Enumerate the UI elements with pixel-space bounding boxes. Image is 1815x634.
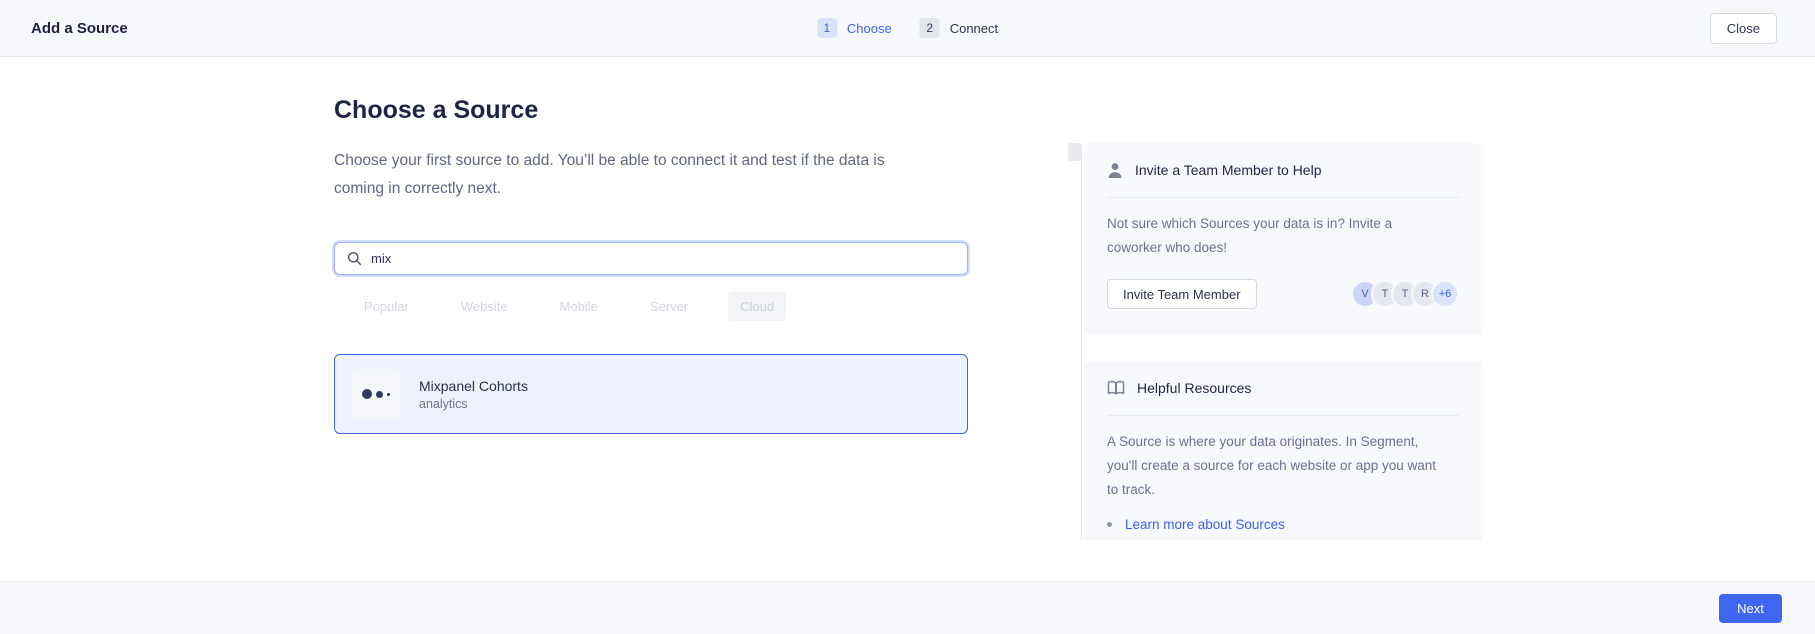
resources-link-list: Learn more about Sources: [1107, 517, 1459, 532]
step-connect[interactable]: 2 Connect: [920, 18, 998, 38]
step-connect-number: 2: [920, 18, 940, 38]
choose-source-section: Choose a Source Choose your first source…: [334, 57, 974, 434]
search-icon: [347, 251, 362, 266]
section-description: Choose your first source to add. You’ll …: [334, 147, 929, 203]
invite-team-member-button[interactable]: Invite Team Member: [1107, 279, 1257, 309]
scrollbar-thumb[interactable]: [1068, 143, 1081, 161]
invite-panel-header: Invite a Team Member to Help: [1107, 143, 1459, 197]
mixpanel-dots-logo: [351, 369, 401, 419]
resources-panel-text: A Source is where your data originates. …: [1107, 430, 1439, 502]
source-category: analytics: [419, 397, 528, 411]
source-title: Mixpanel Cohorts: [419, 378, 528, 394]
wizard-header: Add a Source 1 Choose 2 Connect Close: [0, 0, 1815, 57]
invite-panel-text: Not sure which Sources your data is in? …: [1107, 212, 1439, 260]
tab-cloud[interactable]: Cloud: [728, 292, 786, 321]
page-title: Add a Source: [31, 20, 128, 37]
section-heading: Choose a Source: [334, 95, 974, 125]
category-tabs: Popular Website Mobile Server Cloud: [352, 292, 974, 321]
invite-panel-title: Invite a Team Member to Help: [1135, 162, 1322, 178]
invite-team-panel: Invite a Team Member to Help Not sure wh…: [1084, 143, 1482, 335]
step-connect-label: Connect: [950, 21, 998, 36]
step-choose[interactable]: 1 Choose: [817, 18, 892, 38]
wizard-steps: 1 Choose 2 Connect: [817, 18, 998, 38]
step-choose-number: 1: [817, 18, 837, 38]
list-item: Learn more about Sources: [1107, 517, 1459, 532]
wizard-footer: Next: [0, 581, 1815, 634]
step-choose-label: Choose: [847, 21, 892, 36]
source-search-box[interactable]: [334, 242, 968, 275]
tab-website[interactable]: Website: [449, 292, 520, 321]
source-result-mixpanel-cohorts[interactable]: Mixpanel Cohorts analytics: [334, 354, 968, 434]
avatar-overflow-count: +6: [1431, 280, 1459, 308]
divider: [1107, 197, 1459, 198]
resources-panel-title: Helpful Resources: [1137, 380, 1251, 396]
helpful-resources-panel: Helpful Resources A Source is where your…: [1084, 361, 1482, 540]
bullet-icon: [1107, 522, 1112, 527]
tab-server[interactable]: Server: [638, 292, 700, 321]
sidebar-divider: [1081, 143, 1082, 540]
book-icon: [1107, 380, 1125, 396]
team-avatar-stack: V T T R +6: [1351, 280, 1459, 308]
source-meta: Mixpanel Cohorts analytics: [419, 378, 528, 411]
tab-popular[interactable]: Popular: [352, 292, 421, 321]
search-input[interactable]: [371, 251, 955, 266]
person-icon: [1107, 162, 1123, 179]
tab-mobile[interactable]: Mobile: [548, 292, 610, 321]
close-button[interactable]: Close: [1710, 13, 1777, 44]
resources-panel-header: Helpful Resources: [1107, 361, 1459, 415]
next-button[interactable]: Next: [1719, 594, 1782, 623]
learn-more-sources-link[interactable]: Learn more about Sources: [1125, 517, 1285, 532]
divider: [1107, 415, 1459, 416]
